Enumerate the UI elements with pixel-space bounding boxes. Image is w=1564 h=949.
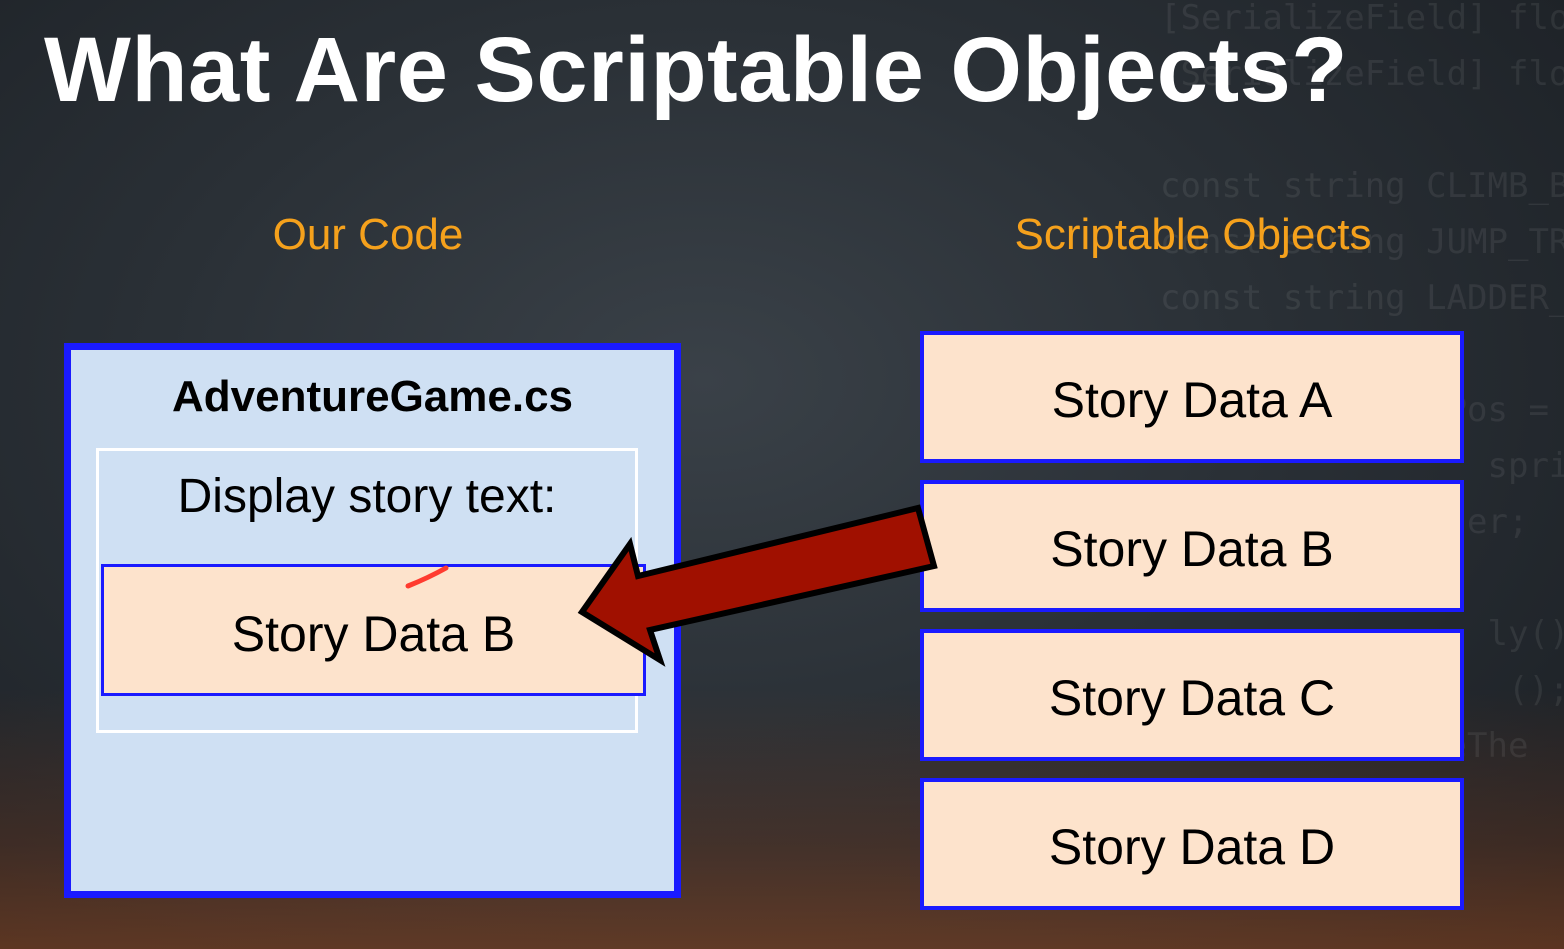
our-code-heading: Our Code	[272, 210, 464, 259]
scriptable-object-story-data-b: Story Data B	[920, 480, 1464, 612]
scriptable-object-story-data-d: Story Data D	[920, 778, 1464, 910]
slide-title: What Are Scriptable Objects?	[44, 19, 1348, 121]
adventure-game-script-box: AdventureGame.cs Display story text: Sto…	[64, 343, 681, 898]
display-story-label: Display story text:	[177, 470, 557, 523]
scriptable-objects-heading: Scriptable Objects	[1014, 210, 1372, 259]
scriptable-object-story-data-c: Story Data C	[920, 629, 1464, 761]
scriptable-object-label: Story Data D	[1048, 819, 1336, 875]
story-data-slot-value: Story Data B	[231, 606, 516, 662]
story-data-slot: Story Data B	[101, 564, 646, 696]
script-filename: AdventureGame.cs	[171, 372, 574, 421]
scriptable-object-label: Story Data B	[1050, 521, 1334, 577]
scriptable-object-story-data-a: Story Data A	[920, 331, 1464, 463]
scriptable-object-label: Story Data A	[1051, 372, 1333, 428]
scriptable-object-label: Story Data C	[1048, 670, 1336, 726]
